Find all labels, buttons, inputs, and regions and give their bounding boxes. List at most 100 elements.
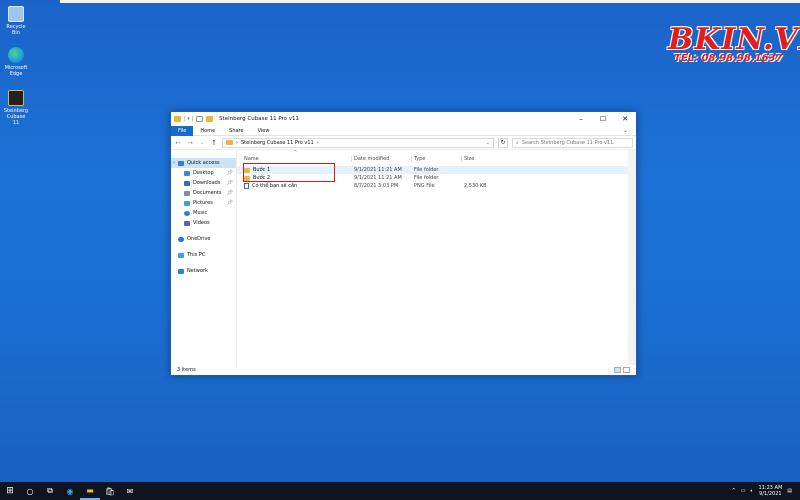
sidebar-item-desktop[interactable]: Desktop 📌︎	[171, 168, 236, 178]
sidebar-item-downloads[interactable]: Downloads 📌︎	[171, 178, 236, 188]
system-tray: ^ ▭ 🔈︎ 11:23 AM 9/1/2021 ▤	[732, 485, 800, 497]
documents-icon	[184, 190, 190, 196]
column-header-type[interactable]: Type	[412, 156, 462, 162]
highlight-box	[243, 163, 335, 182]
sidebar-item-label: Documents	[193, 190, 222, 196]
image-file-icon	[244, 183, 249, 189]
sidebar-item-music[interactable]: Music	[171, 208, 236, 218]
network-icon[interactable]: ▭	[741, 488, 746, 494]
item-count: 3 items	[177, 367, 196, 373]
large-icons-view-icon[interactable]	[623, 367, 630, 373]
file-name-cell: Có thể bạn sẽ cần	[242, 183, 352, 189]
forward-arrow-icon[interactable]: →	[186, 139, 194, 147]
tab-view[interactable]: View	[251, 126, 277, 136]
window-controls: – ☐ ✕	[570, 112, 636, 126]
sidebar-item-label: Desktop	[193, 170, 214, 176]
breadcrumb-chevron-icon[interactable]: ›	[317, 140, 319, 146]
folder-icon	[226, 140, 233, 145]
details-view-icon[interactable]	[614, 367, 621, 373]
star-icon	[178, 160, 184, 166]
desktop-icon-cubase[interactable]: Steinberg Cubase 11	[3, 90, 29, 126]
column-header-row: ^ Name Date modified Type Size	[237, 150, 636, 162]
file-explorer-icon[interactable]: ▬	[80, 482, 100, 500]
new-folder-icon[interactable]	[206, 116, 214, 122]
file-date: 9/1/2021 11:21 AM	[354, 167, 402, 173]
mail-icon[interactable]: ✉	[120, 482, 140, 500]
tab-home[interactable]: Home	[193, 126, 222, 136]
taskbar: ⊞ ○ ⧉ ◉ ▬ 🛍︎ ✉ ^ ▭ 🔈︎ 11:23 AM 9/1/2021 …	[0, 482, 800, 500]
sidebar-item-pictures[interactable]: Pictures 📌︎	[171, 198, 236, 208]
file-type: PNG File	[414, 183, 435, 189]
onedrive-icon	[178, 236, 184, 242]
sidebar-item-label: Videos	[193, 220, 210, 226]
cubase-icon	[8, 90, 24, 106]
search-placeholder: Search Steinberg Cubase 11 Pro v11	[521, 139, 614, 146]
desktop-icon	[184, 170, 190, 176]
close-button[interactable]: ✕	[614, 112, 636, 126]
chevron-up-icon[interactable]: ^	[732, 488, 736, 494]
clock-date: 9/1/2021	[759, 491, 782, 497]
search-icon: ⌕	[516, 139, 519, 146]
pin-icon: 📌︎	[226, 180, 233, 186]
explorer-body: › Quick access Desktop 📌︎ Downloads 📌︎ D…	[171, 150, 636, 365]
task-view-icon[interactable]: ⧉	[40, 482, 60, 500]
refresh-button[interactable]: ↻	[498, 137, 508, 148]
window-title: Steinberg Cubase 11 Pro v11	[219, 116, 300, 122]
sidebar-item-quick-access[interactable]: › Quick access	[171, 158, 236, 168]
recent-locations-icon[interactable]: ⌄	[198, 140, 206, 146]
file-explorer-window: | ▾ | Steinberg Cubase 11 Pro v11 – ☐ ✕ …	[170, 111, 637, 376]
table-row[interactable]: Có thể bạn sẽ cần 8/7/2021 3:03 PM PNG F…	[237, 182, 636, 190]
ribbon-tabs: File Home Share View ⌄	[171, 125, 636, 136]
desktop-icon-label: Steinberg Cubase 11	[3, 108, 29, 126]
address-dropdown-icon[interactable]: ⌄	[486, 140, 490, 146]
properties-icon[interactable]	[196, 116, 204, 122]
up-arrow-icon[interactable]: ↑	[210, 139, 218, 147]
expand-ribbon-icon[interactable]: ⌄	[623, 127, 628, 134]
sidebar-item-onedrive[interactable]: OneDrive	[171, 234, 236, 244]
notification-icon[interactable]: ▤	[787, 488, 792, 494]
store-icon[interactable]: 🛍︎	[100, 482, 120, 500]
file-type: File folder	[414, 167, 439, 173]
edge-icon[interactable]: ◉	[60, 482, 80, 500]
volume-icon[interactable]: 🔈︎	[751, 488, 754, 494]
file-size: 2,530 KB	[464, 183, 487, 189]
start-button[interactable]: ⊞	[0, 482, 20, 500]
status-bar: 3 items	[171, 365, 636, 375]
address-bar[interactable]: › Steinberg Cubase 11 Pro v11 › ⌄	[222, 137, 494, 148]
pin-icon: 📌︎	[226, 190, 233, 196]
sidebar-item-network[interactable]: Network	[171, 266, 236, 276]
search-icon[interactable]: ○	[20, 482, 40, 500]
file-name: Có thể bạn sẽ cần	[252, 183, 298, 189]
videos-icon	[184, 220, 190, 226]
column-header-name[interactable]: Name	[242, 156, 352, 162]
sort-arrow-icon: ^	[293, 150, 298, 156]
desktop-icon-label: Microsoft Edge	[4, 65, 28, 77]
file-list: ^ Name Date modified Type Size Bước 1 9/…	[237, 150, 636, 365]
expand-chevron-icon[interactable]: ›	[173, 160, 175, 166]
sidebar-item-videos[interactable]: Videos	[171, 218, 236, 228]
tab-file[interactable]: File	[171, 125, 194, 136]
breadcrumb-chevron-icon[interactable]: ›	[236, 140, 238, 146]
sidebar-item-label: Music	[193, 210, 208, 216]
maximize-button[interactable]: ☐	[592, 112, 614, 126]
tab-share[interactable]: Share	[222, 126, 250, 136]
breadcrumb-current[interactable]: Steinberg Cubase 11 Pro v11	[241, 140, 314, 146]
column-header-date[interactable]: Date modified	[352, 156, 412, 162]
sidebar-item-label: Pictures	[193, 200, 213, 206]
file-date: 9/1/2021 11:21 AM	[354, 175, 402, 181]
vertical-scrollbar[interactable]	[628, 150, 636, 365]
quick-access-toolbar: | ▾ |	[174, 116, 214, 122]
desktop-icon-recycle-bin[interactable]: Recycle Bin	[3, 6, 29, 36]
sidebar-item-label: Downloads	[193, 180, 221, 186]
minimize-button[interactable]: –	[570, 112, 592, 126]
clock[interactable]: 11:23 AM 9/1/2021	[759, 485, 783, 497]
sidebar-item-documents[interactable]: Documents 📌︎	[171, 188, 236, 198]
desktop-icon-edge[interactable]: Microsoft Edge	[3, 47, 29, 77]
column-header-size[interactable]: Size	[462, 156, 492, 162]
sidebar-item-this-pc[interactable]: This PC	[171, 250, 236, 260]
title-bar[interactable]: | ▾ | Steinberg Cubase 11 Pro v11 – ☐ ✕	[171, 112, 636, 126]
back-arrow-icon[interactable]: ←	[174, 139, 182, 147]
search-input[interactable]: ⌕ Search Steinberg Cubase 11 Pro v11	[512, 137, 633, 148]
edge-icon	[8, 47, 24, 63]
view-buttons	[614, 367, 630, 373]
